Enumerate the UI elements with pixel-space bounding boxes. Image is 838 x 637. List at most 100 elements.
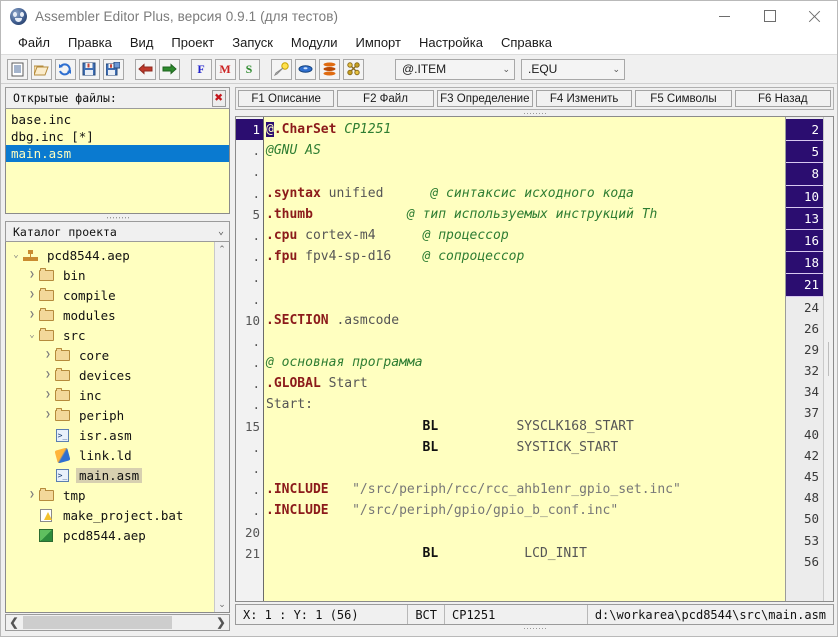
menu-item-run[interactable]: Запуск xyxy=(223,32,282,54)
chevron-right-icon[interactable]: ❯ xyxy=(26,270,38,280)
menu-item-view[interactable]: Вид xyxy=(121,32,163,54)
list-item[interactable]: base.inc xyxy=(6,111,229,128)
fkey-f2-file[interactable]: F2 Файл xyxy=(337,90,434,107)
back-arrow-icon[interactable] xyxy=(134,58,156,80)
line-map-entry[interactable]: 40 xyxy=(786,424,823,445)
code-line[interactable] xyxy=(264,267,785,288)
forward-arrow-icon[interactable] xyxy=(158,58,180,80)
line-map-strip[interactable]: 2 5 8 10 13 16 18 21 24 26 29 32 34 37 40 42 45 48 50 53 56 xyxy=(785,117,823,601)
code-line[interactable]: .INCLUDE "/src/periph/rcc/rcc_ahb1enr_gp… xyxy=(264,479,785,500)
code-line[interactable]: @ основная программа xyxy=(264,352,785,373)
scroll-down-icon[interactable]: ⌄ xyxy=(218,599,226,610)
fkey-f4-modify[interactable]: F4 Изменить xyxy=(535,90,633,107)
line-map-entry[interactable]: 48 xyxy=(786,487,823,508)
code-line[interactable]: .GLOBAL Start xyxy=(264,373,785,394)
code-line[interactable] xyxy=(264,289,785,310)
code-line[interactable]: BL SYSTICK_START xyxy=(264,437,785,458)
code-line[interactable]: .cpu cortex-m4 @ процессор xyxy=(264,225,785,246)
line-map-entry[interactable]: 50 xyxy=(786,508,823,529)
chevron-down-icon[interactable]: ⌄ xyxy=(10,250,22,260)
find-icon[interactable]: F xyxy=(190,58,212,80)
scroll-right-icon[interactable]: ❯ xyxy=(213,616,229,629)
chevron-right-icon[interactable]: ❯ xyxy=(26,490,38,500)
scroll-left-icon[interactable]: ❮ xyxy=(6,616,22,629)
tree-horizontal-scrollbar[interactable]: ❮ ❯ xyxy=(5,614,230,631)
chevron-right-icon[interactable]: ❯ xyxy=(42,370,54,380)
line-map-entry[interactable]: 45 xyxy=(786,466,823,487)
minimize-button[interactable] xyxy=(702,1,747,31)
tree-node[interactable]: link.ld xyxy=(6,445,214,465)
code-line[interactable]: .fpu fpv4-sp-d16 @ сопроцессор xyxy=(264,246,785,267)
list-item[interactable]: main.asm xyxy=(6,145,229,162)
tree-node[interactable]: ❯ bin xyxy=(6,265,214,285)
tree-node[interactable]: ❯ devices xyxy=(6,365,214,385)
disk-icon[interactable] xyxy=(294,58,316,80)
line-map-entry[interactable]: 24 xyxy=(786,297,823,318)
fkey-f3-definition[interactable]: F3 Определение xyxy=(436,90,533,107)
project-tree[interactable]: ⌄ pcd8544.aep ❯ bin ❯ compile ❯ modules ⌄ src ❯ cor… xyxy=(6,242,214,612)
code-line[interactable]: .INCLUDE "/src/periph/gpio/gpio_b_conf.i… xyxy=(264,500,785,521)
code-line[interactable]: .SECTION .asmcode xyxy=(264,310,785,331)
line-map-entry[interactable]: 21 xyxy=(786,274,823,297)
chevron-down-icon[interactable]: ⌄ xyxy=(26,330,38,340)
line-map-entry[interactable]: 10 xyxy=(786,185,823,208)
code-line[interactable]: .syntax unified @ синтаксис исходного ко… xyxy=(264,183,785,204)
tree-node[interactable]: >_ main.asm xyxy=(6,465,214,485)
chevron-right-icon[interactable]: ❯ xyxy=(42,410,54,420)
tree-node[interactable]: ❯ compile xyxy=(6,285,214,305)
menu-item-settings[interactable]: Настройка xyxy=(410,32,492,54)
close-button[interactable] xyxy=(792,1,837,31)
code-line[interactable] xyxy=(264,522,785,543)
chevron-right-icon[interactable]: ❯ xyxy=(26,290,38,300)
symbols-icon[interactable]: S xyxy=(238,58,260,80)
line-map-entry[interactable]: 32 xyxy=(786,360,823,381)
maximize-button[interactable] xyxy=(747,1,792,31)
chevron-down-icon[interactable]: ⌄ xyxy=(218,226,224,237)
fkey-f6-back[interactable]: F6 Назад xyxy=(734,90,831,107)
item-combo[interactable]: @.ITEM ⌄ xyxy=(395,58,515,80)
tree-vertical-scrollbar[interactable]: ⌃ ⌄ xyxy=(214,242,229,612)
project-tree-header[interactable]: Каталог проекта ⌄ xyxy=(5,221,230,242)
code-line[interactable] xyxy=(264,458,785,479)
code-line[interactable]: BL SYSCLK168_START xyxy=(264,416,785,437)
menu-item-help[interactable]: Справка xyxy=(492,32,561,54)
line-map-entry[interactable]: 29 xyxy=(786,339,823,360)
menu-item-edit[interactable]: Правка xyxy=(59,32,121,54)
tree-node[interactable]: ⌄ pcd8544.aep xyxy=(6,245,214,265)
editor-vertical-scrollbar[interactable] xyxy=(823,117,833,601)
tree-node[interactable]: ❯ inc xyxy=(6,385,214,405)
stack-layers-icon[interactable] xyxy=(318,58,340,80)
line-map-entry[interactable]: 18 xyxy=(786,252,823,275)
refresh-icon[interactable] xyxy=(54,58,76,80)
line-map-entry[interactable]: 16 xyxy=(786,229,823,253)
new-file-icon[interactable] xyxy=(6,58,28,80)
line-map-entry[interactable]: 42 xyxy=(786,445,823,466)
menu-item-import[interactable]: Импорт xyxy=(347,32,410,54)
tree-node[interactable]: >_ isr.asm xyxy=(6,425,214,445)
sidebar-splitter[interactable] xyxy=(5,214,230,221)
highlight-pen-icon[interactable] xyxy=(270,58,292,80)
save-all-icon[interactable] xyxy=(102,58,124,80)
line-map-entry[interactable]: 8 xyxy=(786,163,823,186)
line-map-entry[interactable]: 13 xyxy=(786,207,823,230)
macro-icon[interactable]: M xyxy=(214,58,236,80)
tree-node[interactable]: ❯ modules xyxy=(6,305,214,325)
tree-node[interactable]: pcd8544.aep xyxy=(6,525,214,545)
line-map-entry[interactable]: 34 xyxy=(786,381,823,402)
line-map-entry[interactable]: 53 xyxy=(786,530,823,551)
code-line[interactable] xyxy=(264,161,785,182)
bottom-splitter[interactable] xyxy=(235,625,834,631)
save-icon[interactable] xyxy=(78,58,100,80)
hscroll-thumb[interactable] xyxy=(23,616,172,629)
line-map-entry[interactable]: 2 xyxy=(786,119,823,142)
chevron-right-icon[interactable]: ❯ xyxy=(42,390,54,400)
chevron-right-icon[interactable]: ❯ xyxy=(42,350,54,360)
code-line[interactable]: BL LCD_INIT xyxy=(264,543,785,564)
tree-node[interactable]: ❯ tmp xyxy=(6,485,214,505)
line-map-entry[interactable]: 56 xyxy=(786,551,823,572)
fkey-f5-symbols[interactable]: F5 Символы xyxy=(635,90,732,107)
fkey-f1-description[interactable]: F1 Описание xyxy=(238,90,335,107)
line-map-entry[interactable]: 37 xyxy=(786,402,823,423)
scroll-up-icon[interactable]: ⌃ xyxy=(218,244,226,255)
link-nodes-icon[interactable] xyxy=(342,58,364,80)
